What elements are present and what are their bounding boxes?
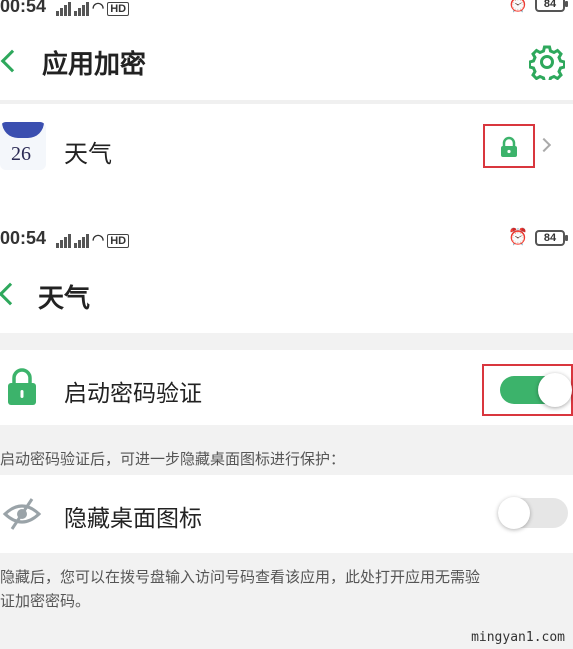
hd-icon: HD bbox=[107, 234, 130, 248]
hide-icon-toggle[interactable] bbox=[498, 497, 568, 529]
hide-icon-label: 隐藏桌面图标 bbox=[64, 506, 202, 532]
password-verify-label: 启动密码验证 bbox=[64, 381, 202, 407]
password-verify-toggle[interactable] bbox=[500, 373, 572, 407]
lock-icon bbox=[8, 368, 36, 405]
wifi-icon: ◠ bbox=[92, 231, 105, 247]
battery-indicator: 84 bbox=[535, 230, 568, 246]
header-divider bbox=[0, 100, 573, 104]
alarm-icon: ⏰ bbox=[508, 229, 528, 246]
eye-off-icon bbox=[2, 498, 42, 530]
status-time: 00:54 bbox=[0, 228, 47, 248]
password-hint-text: 启动密码验证后，可进一步隐藏桌面图标进行保护： bbox=[0, 450, 346, 468]
status-bar-top: 00:54 ◠ HD ⏰ 84 bbox=[0, 0, 573, 16]
lock-status-highlight[interactable] bbox=[483, 124, 535, 168]
lock-icon bbox=[501, 136, 517, 157]
signal-icon: ◠ HD bbox=[56, 0, 130, 16]
alarm-icon: ⏰ bbox=[508, 0, 528, 13]
hide-hint-line1: 隐藏后，您可以在拨号盘输入访问号码查看该应用，此处打开应用无需验 bbox=[0, 568, 481, 586]
battery-indicator: 84 bbox=[535, 0, 568, 12]
password-toggle-highlight[interactable] bbox=[482, 364, 573, 416]
watermark: mingyan1.com bbox=[471, 630, 565, 645]
hd-icon: HD bbox=[107, 2, 130, 16]
page-title: 天气 bbox=[38, 284, 91, 314]
status-time: 00:54 bbox=[0, 0, 47, 16]
status-bar-second: 00:54 ◠ HD ⏰ 84 bbox=[0, 228, 573, 248]
app-name-label[interactable]: 天气 bbox=[64, 134, 112, 169]
wifi-icon: ◠ bbox=[92, 0, 105, 15]
weather-app-icon: 26 bbox=[0, 122, 46, 170]
signal-icon: ◠ HD bbox=[56, 231, 130, 248]
gear-icon[interactable] bbox=[529, 44, 565, 80]
page-title: 应用加密 bbox=[42, 50, 147, 80]
hide-hint-line2: 证加密密码。 bbox=[0, 592, 91, 610]
